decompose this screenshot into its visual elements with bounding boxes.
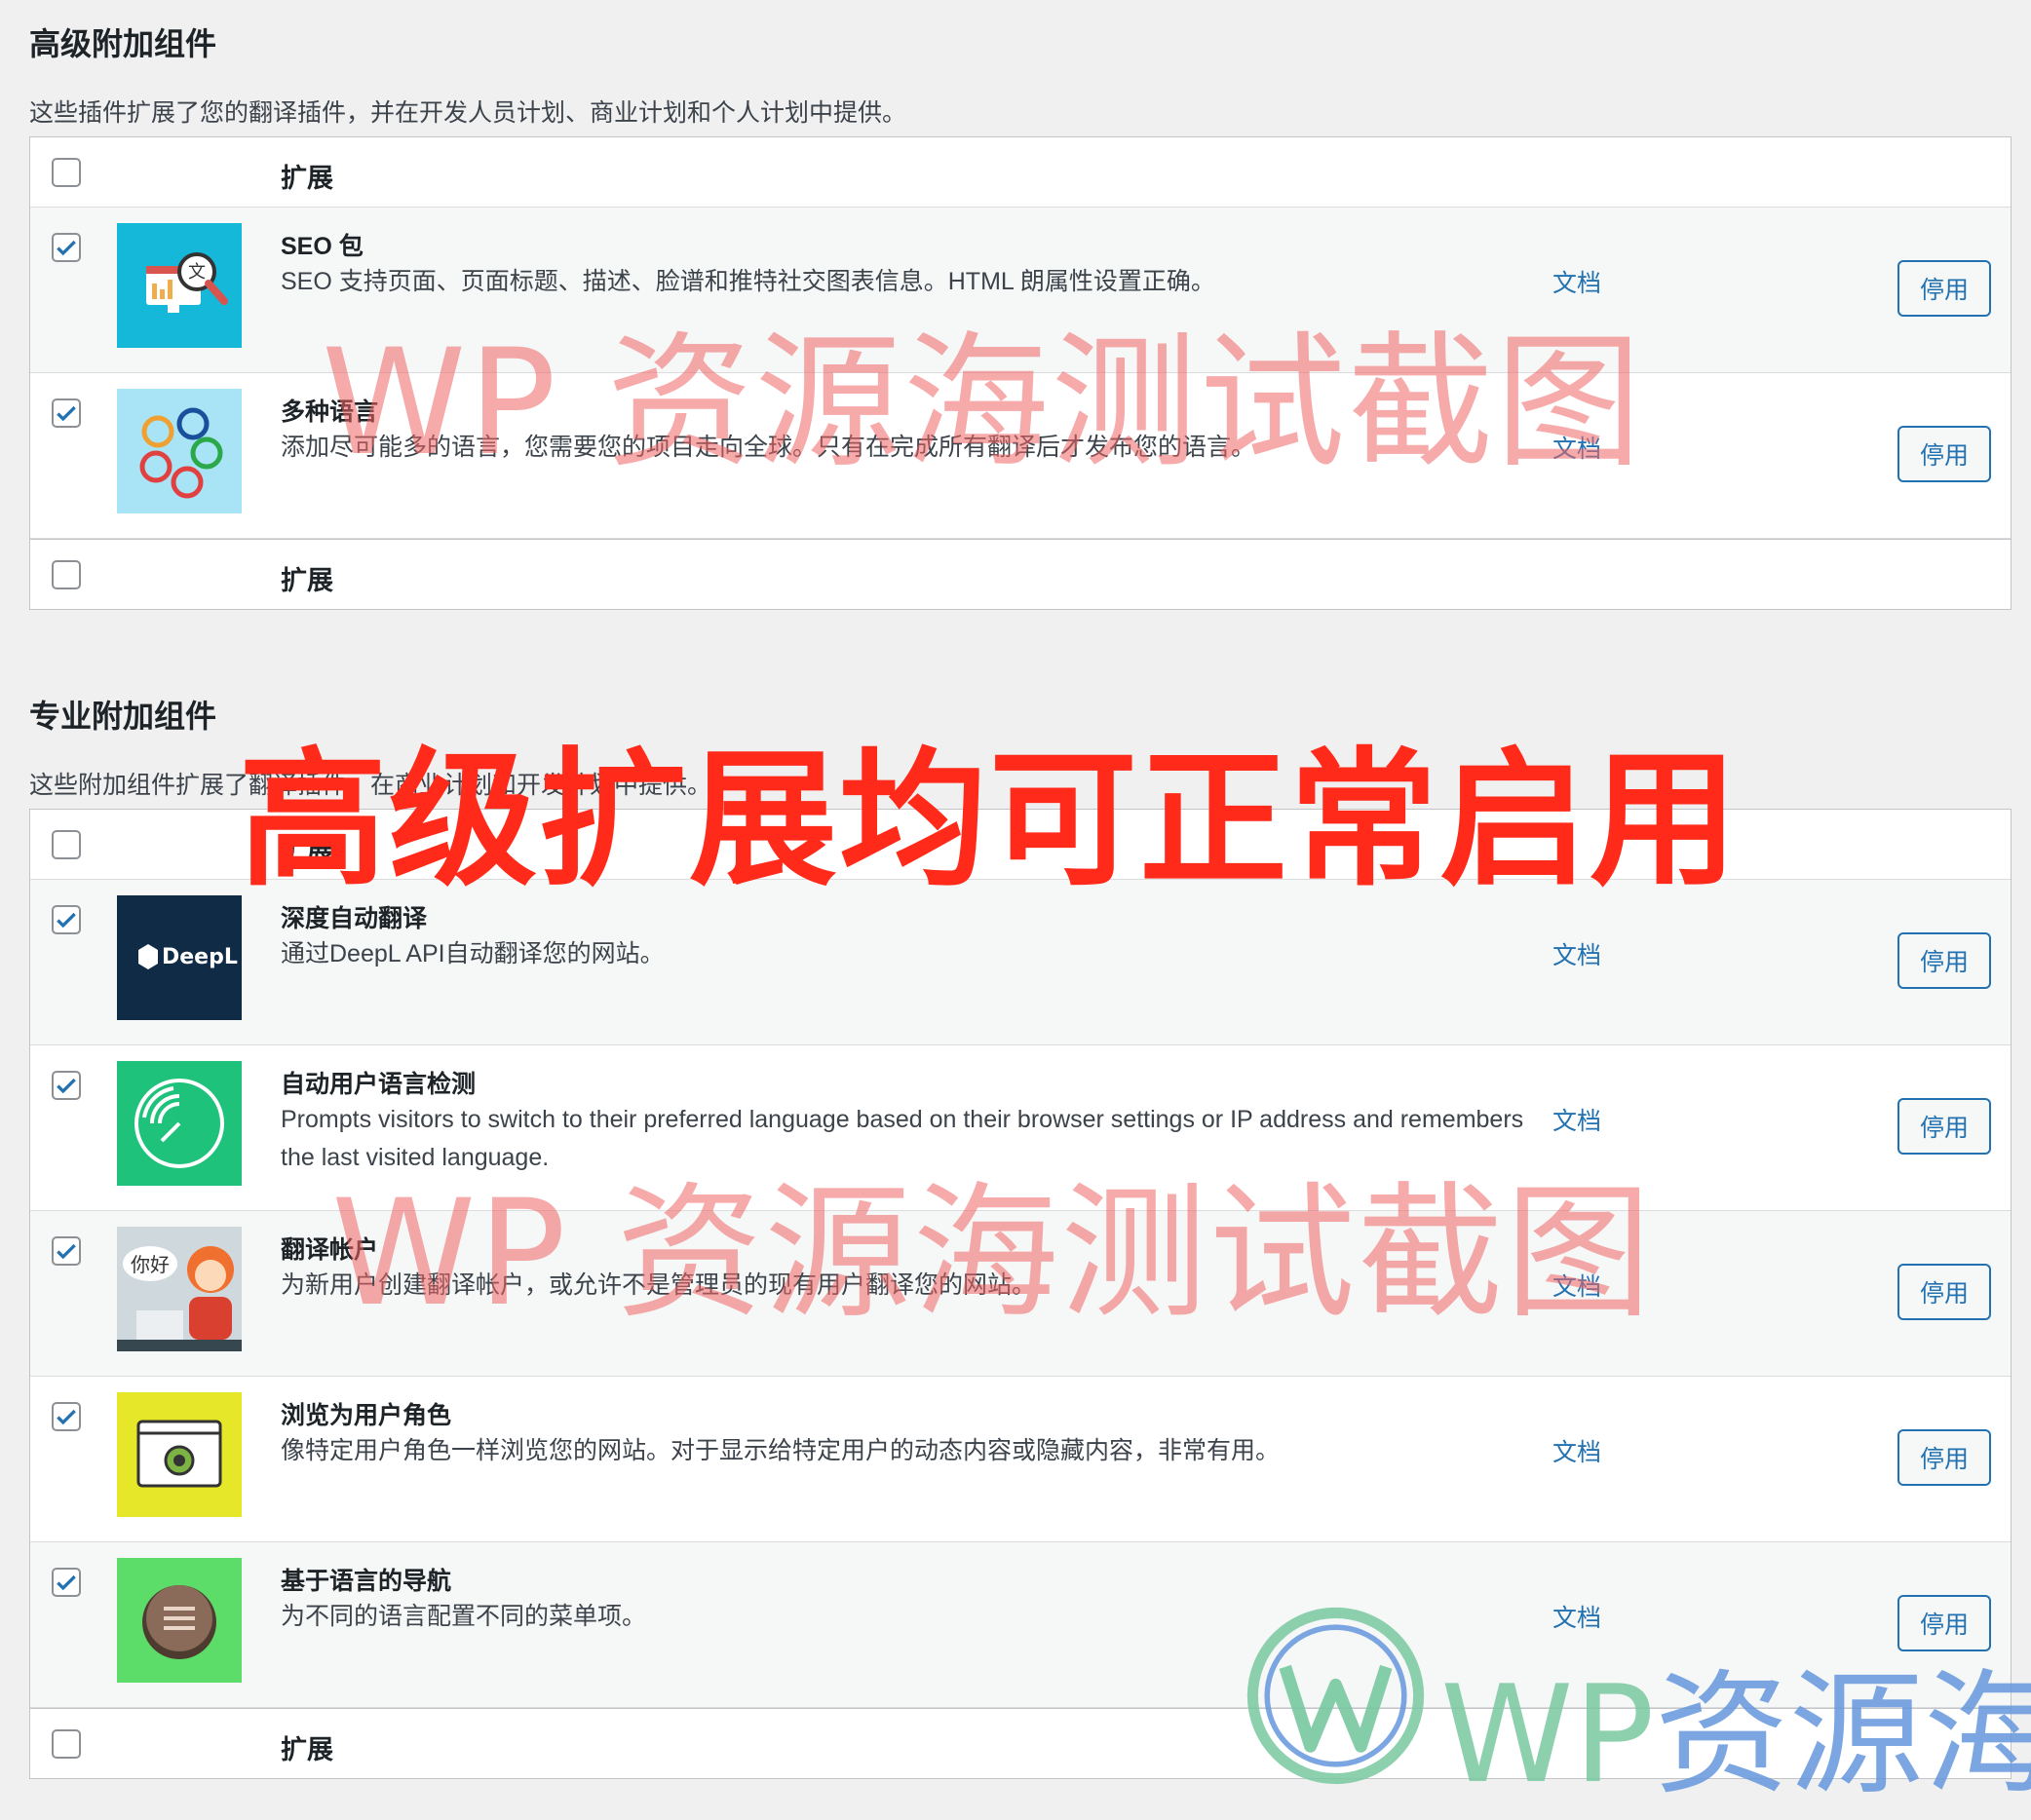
- addon-description: SEO 支持页面、页面标题、描述、脸谱和推特社交图表信息。HTML 朗属性设置正…: [281, 268, 1215, 295]
- addon-description: Prompts visitors to switch to their pref…: [281, 1106, 1524, 1171]
- select-all-checkbox[interactable]: [52, 830, 81, 859]
- addon-checkbox[interactable]: [52, 1568, 81, 1597]
- deepl-logo-text: DeepL: [162, 945, 238, 969]
- deactivate-button[interactable]: 停用: [1897, 1264, 1991, 1320]
- language-bubbles-icon: [117, 389, 242, 513]
- greeting-bubble-text: 你好: [131, 1253, 170, 1276]
- addon-name: 浏览为用户角色: [281, 1402, 452, 1429]
- deepl-logo-icon: DeepL: [117, 895, 242, 1020]
- addon-row-seo-pack: 文 SEO 包 SEO 支持页面、页面标题、描述、脸谱和推特社交图表信息。HTM…: [30, 208, 2011, 373]
- documentation-link[interactable]: 文档: [1552, 936, 1601, 971]
- deactivate-button[interactable]: 停用: [1897, 260, 1991, 317]
- addon-checkbox[interactable]: [52, 398, 81, 428]
- addon-name: 多种语言: [281, 398, 379, 426]
- column-label: 扩展: [281, 1735, 333, 1764]
- addon-description: 添加尽可能多的语言，您需要您的项目走向全球。只有在完成所有翻译后才发布您的语言。: [281, 434, 1256, 461]
- addon-description: 为新用户创建翻译帐户，或允许不是管理员的现有用户翻译您的网站。: [281, 1271, 1037, 1299]
- table-header-row: 扩展: [30, 137, 2011, 208]
- select-all-checkbox[interactable]: [52, 560, 81, 589]
- radar-icon: [117, 1061, 242, 1186]
- addon-row-language-detection: 自动用户语言检测 Prompts visitors to switch to t…: [30, 1045, 2011, 1211]
- addon-description: 像特定用户角色一样浏览您的网站。对于显示给特定用户的动态内容或隐藏内容，非常有用…: [281, 1437, 1281, 1464]
- documentation-link[interactable]: 文档: [1552, 1433, 1601, 1468]
- documentation-link[interactable]: 文档: [1552, 1102, 1601, 1137]
- addon-checkbox[interactable]: [52, 1236, 81, 1266]
- svg-text:文: 文: [188, 262, 206, 283]
- overlay-caption: 高级扩展均可正常启用: [239, 734, 1740, 906]
- addon-name: 自动用户语言检测: [281, 1071, 477, 1098]
- translator-avatar-icon: 你好: [117, 1227, 242, 1351]
- documentation-link[interactable]: 文档: [1552, 264, 1601, 299]
- seo-magnifier-icon: 文: [117, 223, 242, 348]
- addon-name: 翻译帐户: [281, 1236, 379, 1264]
- select-all-checkbox[interactable]: [52, 1729, 81, 1759]
- logo-text-name: 资源海: [1654, 1656, 2031, 1813]
- premium-section-description: 这些插件扩展了您的翻译插件，并在开发人员计划、商业计划和个人计划中提供。: [29, 99, 907, 127]
- wordpress-logo-icon: [1245, 1606, 1426, 1786]
- addon-name: 基于语言的导航: [281, 1568, 452, 1595]
- deactivate-button[interactable]: 停用: [1897, 1098, 1991, 1155]
- menu-circle-icon: [117, 1558, 242, 1683]
- pro-section-title: 专业附加组件: [29, 699, 217, 734]
- addon-checkbox[interactable]: [52, 1071, 81, 1100]
- premium-section-title: 高级附加组件: [29, 26, 217, 61]
- addon-checkbox[interactable]: [52, 1402, 81, 1431]
- addon-description: 通过DeepL API自动翻译您的网站。: [281, 940, 665, 967]
- column-label: 扩展: [281, 164, 333, 193]
- eye-window-icon: [117, 1392, 242, 1517]
- deactivate-button[interactable]: 停用: [1897, 426, 1991, 482]
- column-label: 扩展: [281, 566, 333, 595]
- documentation-link[interactable]: 文档: [1552, 430, 1601, 465]
- addon-row-multiple-languages: 多种语言 添加尽可能多的语言，您需要您的项目走向全球。只有在完成所有翻译后才发布…: [30, 373, 2011, 539]
- deactivate-button[interactable]: 停用: [1897, 1429, 1991, 1486]
- addon-checkbox[interactable]: [52, 905, 81, 934]
- addon-row-browse-as-role: 浏览为用户角色 像特定用户角色一样浏览您的网站。对于显示给特定用户的动态内容或隐…: [30, 1377, 2011, 1542]
- addon-name: SEO 包: [281, 233, 364, 260]
- documentation-link[interactable]: 文档: [1552, 1268, 1601, 1303]
- table-footer-row: 扩展: [30, 539, 2011, 609]
- deactivate-button[interactable]: 停用: [1897, 932, 1991, 989]
- addon-row-translator-accounts: 你好 翻译帐户 为新用户创建翻译帐户，或允许不是管理员的现有用户翻译您的网站。 …: [30, 1211, 2011, 1377]
- addon-checkbox[interactable]: [52, 233, 81, 262]
- select-all-checkbox[interactable]: [52, 158, 81, 187]
- site-logo-text: WP资源海: [1440, 1625, 2031, 1820]
- premium-addons-table: 扩展 文 SEO 包 SEO 支持页面、页面标题、描述、脸谱和推特社交图表信息。…: [29, 136, 2012, 610]
- logo-text-wp: WP: [1440, 1656, 1655, 1813]
